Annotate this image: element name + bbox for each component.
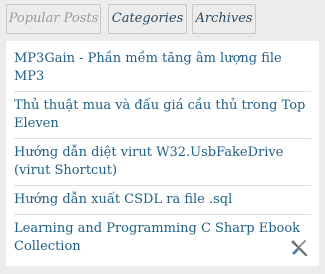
list-item: Hướng dẫn xuất CSDL ra file .sql bbox=[14, 186, 311, 215]
list-item: Thủ thuật mua và đấu giá cầu thủ trong T… bbox=[14, 92, 311, 139]
tab-popular-posts[interactable]: Popular Posts bbox=[6, 4, 101, 34]
tab-categories[interactable]: Categories bbox=[108, 4, 187, 34]
post-list: MP3Gain - Phần mềm tăng âm lượng file MP… bbox=[6, 41, 319, 261]
list-item: Learning and Programming C Sharp Ebook C… bbox=[14, 215, 311, 261]
post-link[interactable]: Hướng dẫn diệt virut W32.UsbFakeDrive (v… bbox=[14, 145, 283, 178]
tab-archives[interactable]: Archives bbox=[192, 4, 256, 34]
tools-icon[interactable] bbox=[289, 238, 309, 258]
posts-panel: MP3Gain - Phần mềm tăng âm lượng file MP… bbox=[6, 41, 319, 266]
post-link[interactable]: Learning and Programming C Sharp Ebook C… bbox=[14, 221, 300, 254]
post-link[interactable]: Hướng dẫn xuất CSDL ra file .sql bbox=[14, 192, 232, 207]
popular-posts-widget: Popular Posts Categories Archives MP3Gai… bbox=[0, 0, 325, 274]
post-link[interactable]: Thủ thuật mua và đấu giá cầu thủ trong T… bbox=[14, 98, 305, 131]
post-link[interactable]: MP3Gain - Phần mềm tăng âm lượng file MP… bbox=[14, 51, 282, 84]
list-item: MP3Gain - Phần mềm tăng âm lượng file MP… bbox=[14, 41, 311, 92]
list-item: Hướng dẫn diệt virut W32.UsbFakeDrive (v… bbox=[14, 139, 311, 186]
